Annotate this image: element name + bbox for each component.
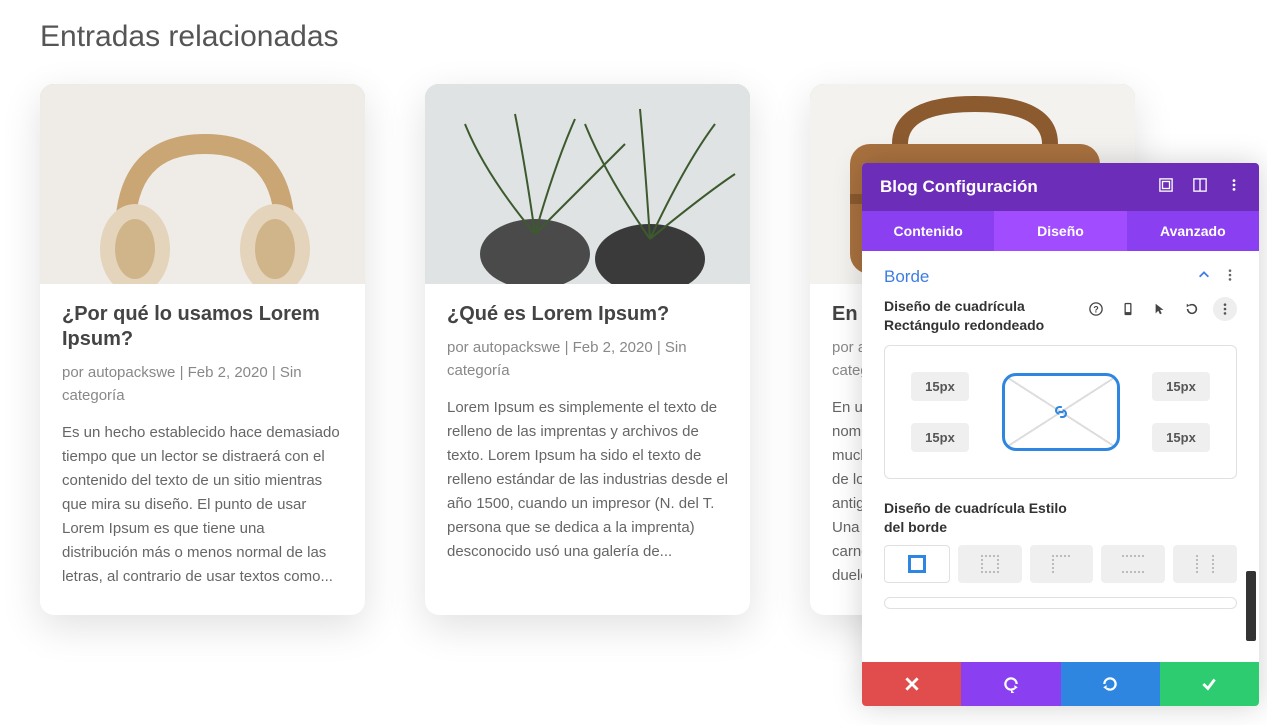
section-title: Entradas relacionadas [40, 20, 1227, 54]
scrollbar-thumb[interactable] [1246, 571, 1256, 641]
snap-icon[interactable] [1159, 178, 1173, 197]
confirm-button[interactable] [1160, 662, 1259, 706]
corner-br-input[interactable]: 15px [1152, 423, 1210, 452]
corner-tl-input[interactable]: 15px [911, 372, 969, 401]
kebab-icon[interactable] [1213, 297, 1237, 321]
plants-icon [425, 84, 750, 284]
check-icon [1200, 675, 1218, 693]
help-icon[interactable]: ? [1085, 298, 1107, 320]
close-icon [903, 675, 921, 693]
undo-icon [1002, 675, 1020, 693]
corner-bl-input[interactable]: 15px [911, 423, 969, 452]
card-meta: por autopackswe | Feb 2, 2020 | Sin cate… [62, 362, 343, 407]
card-meta: por autopackswe | Feb 2, 2020 | Sin cate… [447, 337, 728, 382]
corner-tr-input[interactable]: 15px [1152, 372, 1210, 401]
link-corners-toggle[interactable] [1002, 373, 1120, 451]
card-excerpt: Es un hecho establecido hace demasiado t… [62, 421, 343, 589]
reset-icon[interactable] [1181, 298, 1203, 320]
corner-radius-control: 15px 15px 15px 15px [884, 345, 1237, 479]
chevron-up-icon[interactable] [1197, 268, 1211, 287]
redo-button[interactable] [1061, 662, 1160, 706]
kebab-icon[interactable] [1223, 268, 1237, 287]
border-style-top-bottom[interactable] [1101, 545, 1165, 583]
kebab-icon[interactable] [1227, 178, 1241, 197]
border-style-all[interactable] [884, 545, 950, 583]
undo-button[interactable] [961, 662, 1060, 706]
link-icon [1051, 402, 1071, 422]
card-excerpt: Lorem Ipsum es simplemente el texto de r… [447, 396, 728, 564]
panel-footer [862, 662, 1259, 706]
phone-icon[interactable] [1117, 298, 1139, 320]
section-border-title[interactable]: Borde [884, 267, 929, 287]
redo-icon [1101, 675, 1119, 693]
card-title[interactable]: ¿Qué es Lorem Ipsum? [447, 302, 728, 327]
expand-icon[interactable] [1193, 178, 1207, 197]
cancel-button[interactable] [862, 662, 961, 706]
related-card[interactable]: ¿Por qué lo usamos Lorem Ipsum? por auto… [40, 84, 365, 615]
tab-content[interactable]: Contenido [862, 211, 994, 251]
headphones-icon [40, 84, 365, 284]
card-image [40, 84, 365, 284]
panel-title: Blog Configuración [880, 177, 1038, 197]
border-style-dotted[interactable] [958, 545, 1022, 583]
field-label-line2: Rectángulo redondeado [884, 316, 1044, 335]
border-style-options [884, 545, 1237, 583]
related-card[interactable]: ¿Qué es Lorem Ipsum? por autopackswe | F… [425, 84, 750, 615]
next-control-peek [884, 597, 1237, 609]
border-style-left-right[interactable] [1173, 545, 1237, 583]
tab-design[interactable]: Diseño [994, 211, 1126, 251]
border-style-label: Diseño de cuadrícula Estilo del borde [884, 499, 1084, 537]
svg-text:?: ? [1093, 305, 1098, 315]
panel-header[interactable]: Blog Configuración [862, 163, 1259, 211]
card-image [425, 84, 750, 284]
panel-tabs: Contenido Diseño Avanzado [862, 211, 1259, 251]
tab-advanced[interactable]: Avanzado [1127, 211, 1259, 251]
field-label-line1: Diseño de cuadrícula [884, 297, 1044, 316]
panel-content: Borde Diseño de cuadrícula Rectángulo re… [862, 251, 1259, 662]
card-title[interactable]: ¿Por qué lo usamos Lorem Ipsum? [62, 302, 343, 352]
border-style-top-left[interactable] [1030, 545, 1094, 583]
cursor-icon[interactable] [1149, 298, 1171, 320]
settings-panel: Blog Configuración Contenido Diseño Avan… [862, 163, 1259, 706]
